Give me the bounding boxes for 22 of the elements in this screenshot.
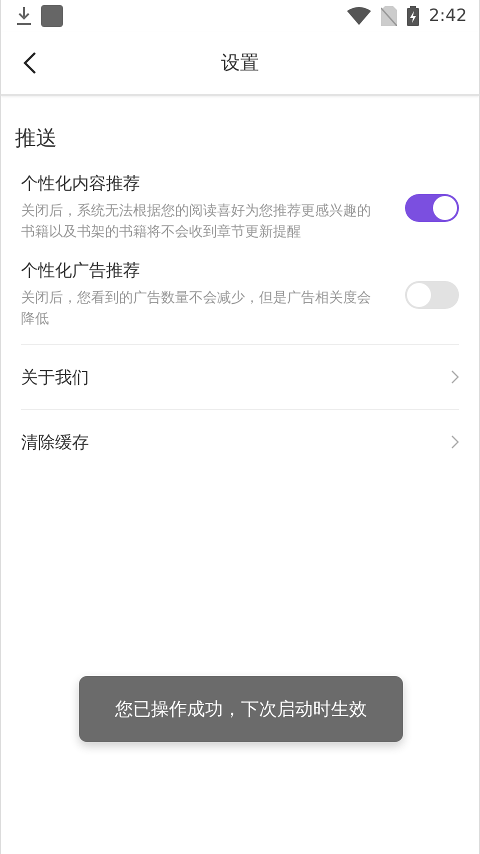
chevron-right-icon bbox=[451, 435, 459, 449]
menu-item[interactable]: 关于我们 bbox=[21, 344, 459, 409]
setting-label: 个性化广告推荐 bbox=[21, 260, 141, 282]
menu-item[interactable]: 清除缓存 bbox=[21, 409, 459, 474]
toggle-switch[interactable] bbox=[405, 280, 459, 308]
toggle-switch[interactable] bbox=[405, 194, 459, 222]
no-sim-icon bbox=[380, 6, 397, 26]
toast-message: 您已操作成功，下次启动时生效 bbox=[79, 676, 403, 742]
wifi-icon bbox=[346, 7, 371, 25]
setting-description: 关闭后，系统无法根据您的阅读喜好为您推荐更感兴趣的书籍以及书架的书籍将不会收到章节更新提醒 bbox=[21, 202, 372, 242]
battery-icon bbox=[406, 6, 419, 26]
setting-label: 个性化内容推荐 bbox=[21, 173, 141, 195]
page-title: 设置 bbox=[221, 51, 259, 76]
clock-time: 2:42 bbox=[428, 6, 467, 26]
menu-label: 清除缓存 bbox=[21, 432, 89, 454]
back-button[interactable] bbox=[23, 51, 37, 75]
download-icon bbox=[17, 7, 31, 25]
app-icon bbox=[41, 5, 63, 27]
chevron-right-icon bbox=[451, 370, 459, 384]
menu-label: 关于我们 bbox=[21, 366, 89, 388]
section-title: 推送 bbox=[14, 125, 58, 152]
setting-description: 关闭后，您看到的广告数量不会减少，但是广告相关度会降低 bbox=[21, 289, 372, 329]
